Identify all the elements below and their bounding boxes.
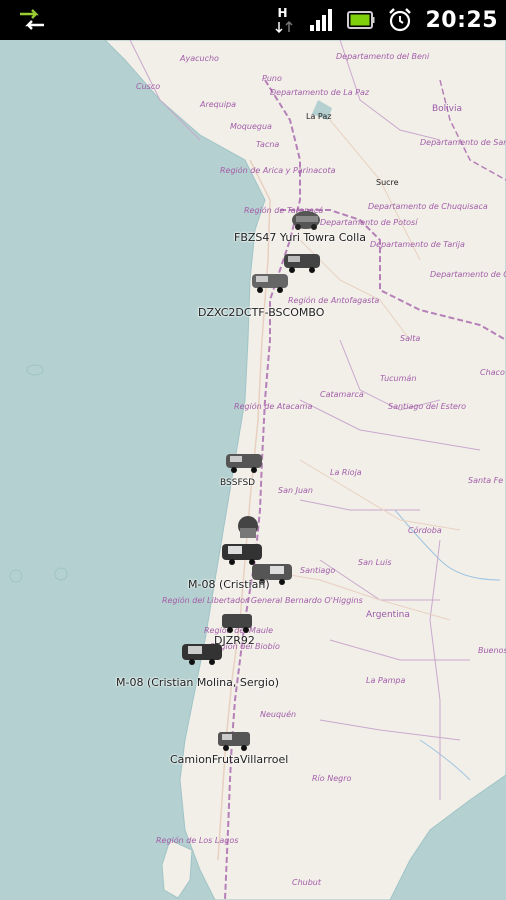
map-region-label: Catamarca: [320, 390, 364, 399]
map-region-label: Río Negro: [312, 774, 352, 783]
vehicle-label[interactable]: M-08 (Cristian Molina, Sergio): [116, 676, 279, 689]
map-region-label: Departamento de Chuquisaca: [368, 202, 488, 211]
vehicle-marker-icon[interactable]: [218, 608, 264, 634]
map-region-label: Buenos Aires: [478, 646, 506, 655]
hspa-signal-icon: H: [271, 6, 297, 34]
vehicle-label[interactable]: DZXC2DCTF-BSCOMBO: [198, 306, 324, 319]
map-region-label: Neuquén: [260, 710, 297, 719]
map-region-label: Moquegua: [230, 122, 272, 131]
status-bar: H 20:25: [0, 0, 506, 40]
map-city-label: La Paz: [306, 112, 332, 121]
vehicle-marker-icon[interactable]: [180, 640, 226, 666]
vehicle-marker-icon[interactable]: [214, 726, 260, 752]
map-region-label: Departamento del Beni: [336, 52, 430, 61]
map-region-label: Departamento de Santa Cruz: [420, 138, 506, 147]
sync-arrows-icon: [20, 9, 44, 30]
map-view[interactable]: Ayacucho Departamento del Beni Puno Cusc…: [0, 40, 506, 900]
cell-signal-icon: [310, 9, 333, 31]
map-region-label: Santiago: [300, 566, 336, 575]
vehicle-label[interactable]: M-08 (Cristian): [188, 578, 270, 591]
battery-icon: [347, 11, 375, 29]
map-region-label: Salta: [400, 334, 421, 343]
vehicle-label[interactable]: BSSFSD: [220, 478, 255, 488]
map-region-label: Santiago del Estero: [388, 402, 467, 411]
map-region-label: Tucumán: [380, 374, 417, 383]
map-country-label: Bolivia: [432, 104, 463, 114]
vehicle-label[interactable]: CamionFrutaVillarroel: [170, 753, 288, 766]
map-region-label: Córdoba: [408, 526, 442, 535]
map-region-label: Chubut: [292, 878, 322, 887]
vehicle-marker-icon[interactable]: [286, 206, 332, 232]
map-region-label: Región del Libertador General Bernardo O…: [162, 596, 363, 605]
map-region-label: Chaco: [480, 368, 505, 377]
map-region-label: San Luis: [358, 558, 392, 567]
map-region-label: Departamento de Potosí: [320, 218, 418, 227]
map-region-label: Región de Los Lagos: [156, 836, 239, 845]
map-region-label: Región de Antofagasta: [288, 296, 380, 305]
map-region-label: Departamento de Tarija: [370, 240, 465, 249]
map-region-label: Región de Arica y Parinacota: [220, 166, 336, 175]
map-country-label: Argentina: [366, 610, 410, 620]
alarm-clock-icon: [389, 8, 412, 32]
map-region-label: Ayacucho: [180, 54, 219, 63]
map-region-label: Tacna: [256, 140, 280, 149]
map-region-label: Departamento de La Paz: [270, 88, 370, 97]
map-city-label: Sucre: [376, 178, 399, 187]
map-region-label: Puno: [262, 74, 282, 83]
clock-time: 20:25: [425, 7, 498, 33]
map-region-label: Arequipa: [200, 100, 237, 109]
vehicle-marker-icon[interactable]: [228, 514, 274, 540]
map-region-label: Región de Atacama: [234, 402, 313, 411]
map-region-label: San Juan: [278, 486, 313, 495]
map-region-label: Departamento de Oruro: [430, 270, 506, 279]
map-region-label: La Rioja: [330, 468, 362, 477]
map-region-label: Cusco: [136, 82, 161, 91]
vehicle-label[interactable]: FBZS47 Yuri Towra Colla: [234, 231, 366, 244]
map-region-label: La Pampa: [366, 676, 406, 685]
vehicle-marker-icon[interactable]: [222, 448, 268, 474]
map-region-label: Santa Fe: [468, 476, 504, 485]
vehicle-marker-icon[interactable]: [248, 268, 294, 294]
